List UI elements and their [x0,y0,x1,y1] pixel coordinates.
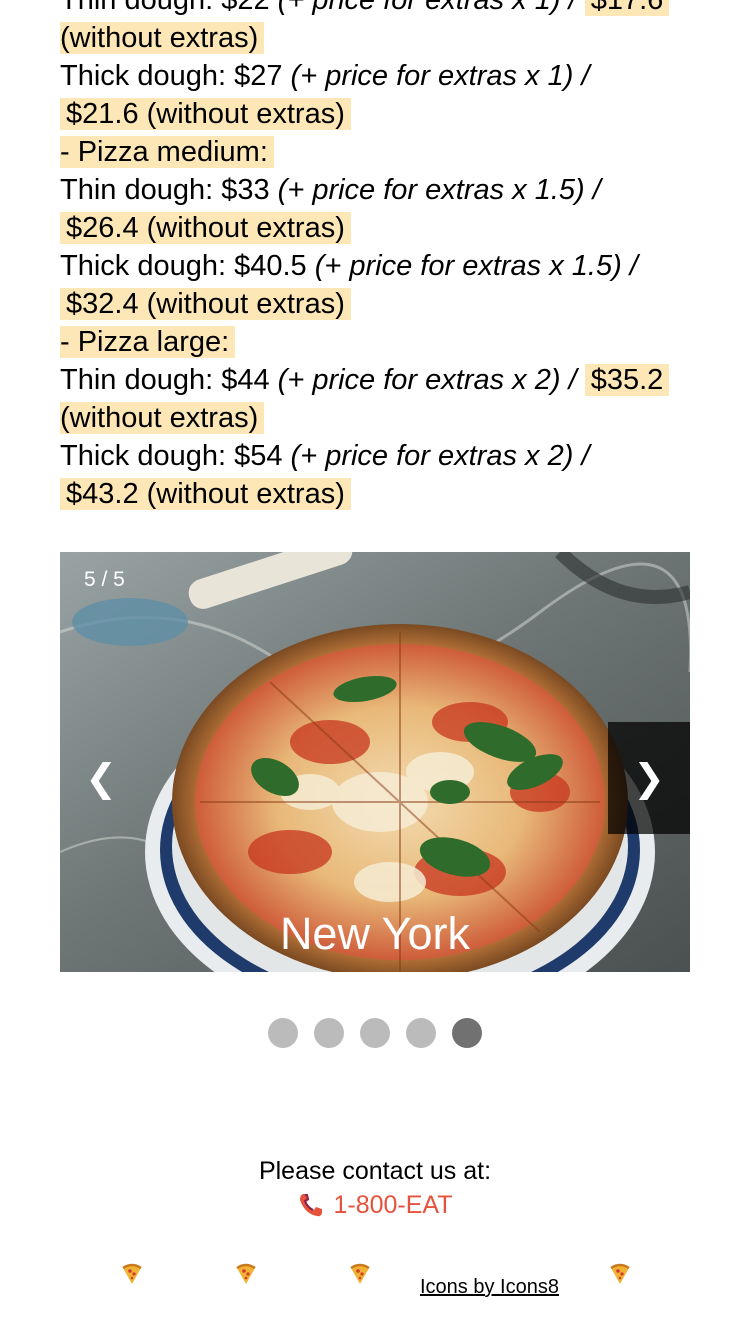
pizza-slice-icon [236,1263,256,1284]
pizza-large-heading: - Pizza large: [60,326,236,358]
slide-caption: New York [279,908,471,959]
phone-number: 1-800-EAT [333,1191,453,1219]
thin-small-extras: (+ price for extras x 1) / [277,0,577,16]
slide-dot-4[interactable] [406,1018,436,1048]
pizza-slideshow: 5 / 5 ❮ ❯ New York [60,552,690,972]
pricing-list: Thin dough: $22 (+ price for extras x 1)… [60,0,690,513]
slide-dot-5[interactable] [452,1018,482,1048]
slide-dot-2[interactable] [314,1018,344,1048]
pizza-slice-icon [610,1263,630,1284]
pizza-slice-icon [122,1263,142,1284]
thick-small-row-cont: $21.6 (without extras) [60,95,690,133]
thin-medium-row-cont: $26.4 (without extras) [60,209,690,247]
slide-dot-3[interactable] [360,1018,390,1048]
large-heading-row: - Pizza large: [60,323,690,361]
thick-medium-no-extras: $32.4 (without extras) [60,288,351,320]
slide-dot-1[interactable] [268,1018,298,1048]
thick-large-no-extras: $43.2 (without extras) [60,478,351,510]
thick-large-price: Thick dough: $54 [60,440,291,472]
thick-medium-extras: (+ price for extras x 1.5) / [314,250,638,282]
thick-medium-row-cont: $32.4 (without extras) [60,285,690,323]
thin-small-no-extras-label: (without extras) [60,22,265,54]
thick-large-extras: (+ price for extras x 2) / [290,440,590,472]
thin-large-price: Thin dough: $44 [60,364,278,396]
thick-small-no-extras: $21.6 (without extras) [60,98,351,130]
icons8-credit-link[interactable]: Icons by Icons8 [420,1276,559,1299]
thin-large-row-cont: (without extras) [60,399,690,437]
thin-small-row: Thin dough: $22 (+ price for extras x 1)… [60,0,690,19]
pizza-medium-heading: - Pizza medium: [60,136,274,168]
thin-large-extras: (+ price for extras x 2) / [277,364,577,396]
thin-medium-row: Thin dough: $33 (+ price for extras x 1.… [60,171,690,209]
thin-large-no-extras-label: (without extras) [60,402,265,434]
thin-medium-price: Thin dough: $33 [60,174,278,206]
thin-small-no-extras-price: $17.6 [584,0,670,16]
contact-section: Please contact us at: 1-800-EAT [0,1154,750,1228]
thick-small-row: Thick dough: $27 (+ price for extras x 1… [60,57,690,95]
thin-small-price: Thin dough: $22 [60,0,278,16]
thin-small-row-cont: (without extras) [60,19,690,57]
thin-medium-extras: (+ price for extras x 1.5) / [277,174,601,206]
previous-slide-button[interactable]: ❮ [60,722,142,834]
thick-small-price: Thick dough: $27 [60,60,291,92]
pizza-slice-icon [350,1263,370,1284]
thick-medium-price: Thick dough: $40.5 [60,250,315,282]
thin-medium-no-extras: $26.4 (without extras) [60,212,351,244]
thick-small-extras: (+ price for extras x 1) / [290,60,590,92]
thick-large-row-cont: $43.2 (without extras) [60,475,690,513]
thick-large-row: Thick dough: $54 (+ price for extras x 2… [60,437,690,475]
slide-counter: 5 / 5 [84,568,125,591]
medium-heading-row: - Pizza medium: [60,133,690,171]
phone-icon [300,1194,323,1217]
slide-dots [0,1018,750,1048]
phone-link[interactable]: 1-800-EAT [297,1188,453,1222]
thin-large-row: Thin dough: $44 (+ price for extras x 2)… [60,361,690,399]
next-slide-button[interactable]: ❯ [608,722,690,834]
thin-large-no-extras-price: $35.2 [584,364,670,396]
thick-medium-row: Thick dough: $40.5 (+ price for extras x… [60,247,690,285]
contact-heading: Please contact us at: [258,1157,492,1185]
